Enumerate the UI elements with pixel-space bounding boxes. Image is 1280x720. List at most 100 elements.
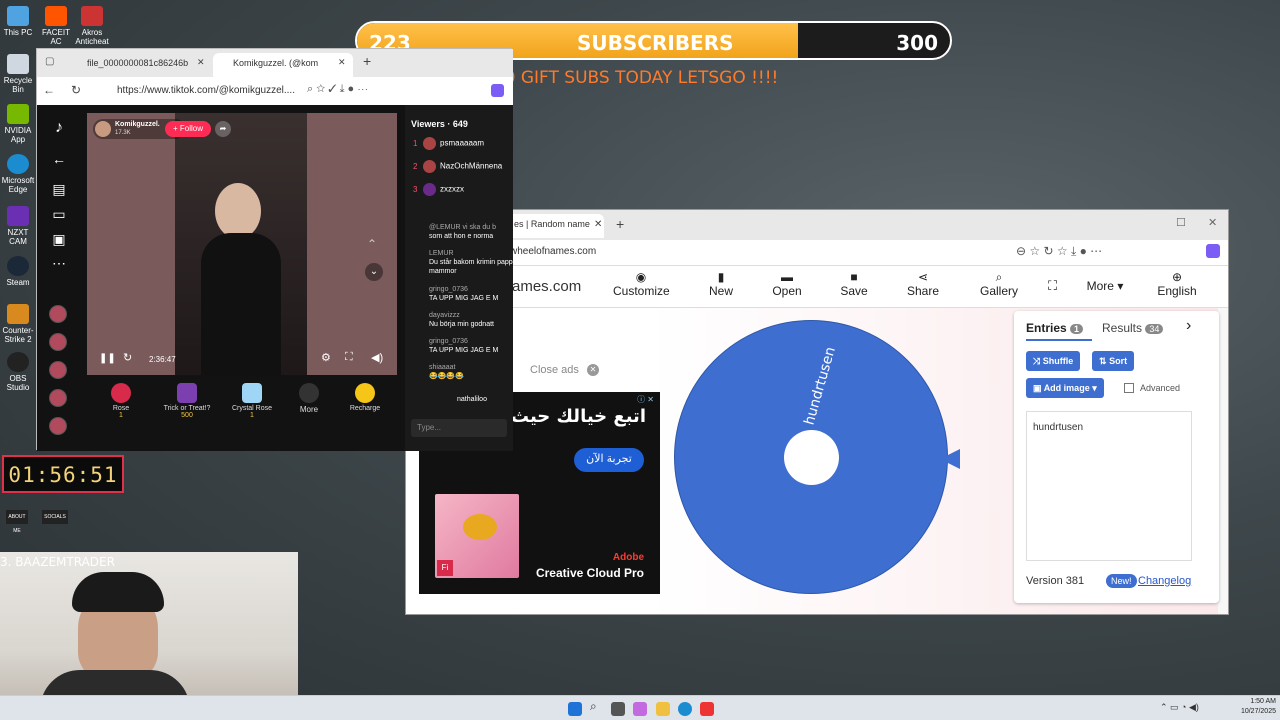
close-tab-icon[interactable]: ✕ [594,219,602,230]
system-tray-icons[interactable]: ⌃ ▭ ◔ ◀) [1160,702,1199,713]
socials-panel: SOCIALS [42,510,68,524]
share-button[interactable]: ⋖ Share [903,270,943,298]
sort-icon: ⇅ [1099,356,1107,366]
gift-rose[interactable]: Rose 1 [91,383,151,419]
desktop-icon-edge[interactable]: Microsoft Edge [0,154,36,194]
pause-icon[interactable]: ❚❚ [99,353,116,364]
copilot-icon[interactable] [633,702,647,716]
follow-button[interactable]: + Follow [165,121,211,137]
tab-entries[interactable]: Entries 1 [1026,321,1084,335]
wheel-pointer-icon [940,449,960,469]
changelog-link[interactable]: Changelog [1138,575,1191,587]
viewer-row[interactable]: 1 psmaaaaam [413,137,484,153]
refresh-icon[interactable]: ↻ [123,351,132,364]
open-button[interactable]: ▬ Open [767,270,807,298]
share-icon[interactable]: ➦ [215,121,231,137]
chat-input[interactable]: Type... [411,419,507,437]
chat-message: nathaliloo [457,396,487,403]
new-button[interactable]: ▮ New [701,270,741,298]
desktop-icon-recycle-bin[interactable]: Recycle Bin [0,54,36,94]
tiktok-logo-icon[interactable]: ♪ [49,119,69,139]
search-icon[interactable]: ⌕ [590,699,604,713]
followed-avatar[interactable] [49,417,67,435]
new-tab-icon[interactable]: + [363,53,371,69]
copilot-icon[interactable] [1206,244,1220,258]
more-dots-icon[interactable]: ⋯ [49,255,69,275]
followed-avatar[interactable] [49,361,67,379]
scroll-up-icon[interactable]: ⌃ [367,237,377,251]
wheel-center-hub[interactable] [784,430,839,485]
gallery-button[interactable]: ⌕ Gallery [976,270,1022,298]
entries-textarea[interactable]: hundrtusen [1026,411,1192,561]
recharge-button[interactable]: Recharge [335,383,395,412]
desktop-icon-cs2[interactable]: Counter-Strike 2 [0,304,36,344]
file-explorer-icon[interactable] [656,702,670,716]
advanced-checkbox[interactable] [1124,383,1134,393]
tab-file[interactable]: file_0000000081c86246b [67,53,209,77]
palette-icon: ◉ [635,270,647,284]
streamer-face [215,183,261,239]
clock-time: 1:50 AM [1250,698,1276,705]
new-tab-icon[interactable]: + [616,216,624,232]
tab-actions-icon[interactable]: ▢ [45,56,54,67]
desktop-icon-obs[interactable]: OBS Studio [0,352,36,392]
address-bar[interactable]: https://www.tiktok.com/@komikguzzel.... [117,85,295,96]
task-view-icon[interactable] [611,702,625,716]
browser-extension-icons[interactable]: ⊖ ☆ ↻ ☆ ⤓ ● ⋯ [1016,244,1102,259]
save-button[interactable]: ■ Save [834,270,874,298]
sort-button[interactable]: ⇅ Sort [1092,351,1135,371]
scroll-down-icon[interactable]: ⌄ [365,263,383,281]
reload-icon[interactable]: ↻ [71,83,81,97]
app-icon[interactable] [700,702,714,716]
profile-icon[interactable]: ▣ [49,231,69,251]
volume-icon[interactable]: ◀) [371,351,383,364]
gift-more[interactable]: More [279,383,339,414]
gift-trick-or-treat[interactable]: Trick or Treat!? 500 [157,383,217,419]
more-button[interactable]: More ▾ [1080,279,1130,293]
settings-icon[interactable]: ⚙ [321,351,331,364]
maximize-icon[interactable]: ☐ [1176,216,1186,229]
desktop-icon-faceit[interactable]: FACEIT AC [38,6,74,46]
close-window-icon[interactable]: ✕ [1208,216,1217,229]
close-ads-icon[interactable]: ✕ [587,364,599,376]
chat-message: shiaaaat 😂😂😂😂 [429,364,464,380]
desktop-icon-nvidia[interactable]: NVIDIA App [0,104,36,144]
close-tab-icon[interactable]: ✕ [338,57,346,68]
shuffle-button[interactable]: ⤨ Shuffle [1026,351,1081,371]
desktop-icon-nzxt[interactable]: NZXT CAM [0,206,36,246]
close-tab-icon[interactable]: ✕ [197,57,205,68]
chevron-right-icon[interactable]: › [1186,317,1191,335]
entries-panel: Entries 1 Results 34 › ⤨ Shuffle ⇅ Sort … [1014,311,1219,603]
followed-avatar[interactable] [49,305,67,323]
viewer-row[interactable]: 2 NazOchMännena [413,160,502,176]
fullscreen-icon[interactable]: ⛶ [345,351,353,364]
ad-cta-button[interactable]: تجربة الآن [574,448,644,472]
tab-tiktok[interactable]: Komikguzzel. (@kom [213,53,353,77]
followed-avatar[interactable] [49,389,67,407]
browser-toolbar-icons[interactable]: ⌕ ☆ ✓ ⤓ ● ⋯ [307,83,368,96]
results-count-badge: 34 [1145,324,1164,334]
customize-button[interactable]: ◉ Customize [613,270,670,298]
desktop-icon-this-pc[interactable]: This PC [0,6,36,37]
nzxt-icon [7,206,29,226]
language-button[interactable]: ⊕ English [1154,270,1200,298]
tab-results[interactable]: Results 34 [1102,321,1164,335]
followed-avatar[interactable] [49,333,67,351]
back-icon[interactable]: ← [43,83,55,97]
add-image-button[interactable]: ▣ Add image ▾ [1026,378,1104,398]
save-icon: ■ [850,270,858,284]
back-arrow-icon[interactable]: ← [49,151,69,171]
close-ads-link[interactable]: Close ads [530,364,579,376]
video-icon[interactable]: ▭ [49,206,69,226]
desktop-icon-steam[interactable]: Steam [0,256,36,287]
fullscreen-icon[interactable]: ⛶ [1048,278,1057,294]
start-icon[interactable] [568,702,582,716]
edge-icon[interactable] [678,702,692,716]
copilot-icon[interactable] [491,84,504,97]
desktop-icon-akros[interactable]: Akros Anticheat [74,6,110,46]
viewer-row[interactable]: 3 zxzxzx [413,183,464,199]
live-video[interactable]: Komikguzzel. 17.3K + Follow ➦ ⌃ ⌄ ❚❚ ↻ 2… [87,113,397,375]
gift-crystal-rose[interactable]: Crystal Rose 1 [222,383,282,419]
live-icon[interactable]: ▤ [49,181,69,201]
ad-info-icon[interactable]: ⓘ ✕ [637,394,654,405]
